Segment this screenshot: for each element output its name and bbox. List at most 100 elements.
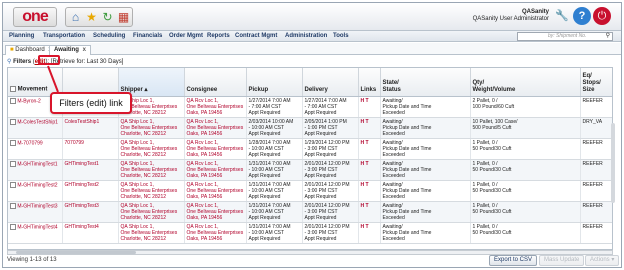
col-eq-stops-size[interactable]: Eq/ Stops/ Size — [580, 68, 612, 97]
row-checkbox[interactable] — [10, 223, 16, 230]
col-pickup[interactable]: Pickup — [246, 68, 303, 97]
cell-line: One Beliveau Enterprises — [186, 103, 244, 110]
actions-button[interactable]: Actions ▾ — [585, 255, 620, 266]
presentation-icon[interactable]: ▦ — [116, 10, 131, 25]
nav-scheduling[interactable]: Scheduling — [93, 33, 125, 39]
cell-line: 2/03/2014 10:00 AM — [248, 118, 294, 125]
col-delivery[interactable]: Delivery — [302, 68, 359, 97]
cell-line: Charlotte, NC 28212 — [120, 235, 167, 242]
tab-awaiting[interactable]: Awaiting x — [49, 45, 91, 55]
cell-line: 100 Pound/60 Cuft — [472, 103, 515, 110]
star-icon[interactable]: ★ — [84, 10, 99, 25]
col-qty-weight-volume[interactable]: Qty/ Weight/Volume — [470, 68, 581, 97]
table-row[interactable]: M-GHTimingTest4 GHTimingTest4 QA Ship Loc … — [8, 222, 612, 244]
table-cell[interactable]: M-ColesTestShip1 — [8, 117, 63, 139]
cell-line: 50 Pound/30 Cuft — [472, 166, 512, 173]
table-cell[interactable]: H T — [358, 159, 381, 181]
nav-contract-mgmt[interactable]: Contract Mgmt — [235, 33, 277, 39]
movement-link[interactable]: M-ColesTestShip1 — [17, 119, 58, 125]
table-row[interactable]: M-ColesTestShip1 ColesTestShip1 QA Ship Lo… — [8, 117, 612, 139]
cell-line: REEFER — [582, 223, 603, 230]
cell-line: Exceeded — [382, 151, 405, 158]
table-cell[interactable]: H T — [358, 201, 381, 223]
table-cell: Awaiting/Pickup Date and Time Exceeded — [380, 117, 471, 139]
nav-planning[interactable]: Planning — [9, 33, 34, 39]
horizontal-scrollbar-thumb[interactable] — [16, 251, 136, 254]
table-cell[interactable]: M-GHTimingTest4 — [8, 222, 63, 244]
tab-awaiting-label: Awaiting — [54, 47, 79, 53]
table-row[interactable]: M-GHTimingTest1 GHTimingTest1 QA Ship Loc … — [8, 159, 612, 181]
app-logo[interactable]: one — [13, 7, 57, 27]
nav-tools[interactable]: Tools — [333, 33, 349, 39]
col-state-status[interactable]: State/ Status — [380, 68, 471, 97]
row-checkbox[interactable] — [10, 160, 16, 167]
movement-link[interactable]: M-GHTimingTest2 — [17, 182, 57, 188]
table-cell: GHTimingTest1 — [62, 159, 119, 181]
table-cell: REEFER — [580, 222, 612, 244]
cell-line: REEFER — [582, 202, 603, 209]
vertical-scrollbar[interactable] — [611, 123, 615, 203]
shipment-search-input[interactable]: by: Shipment No. ⚲ — [517, 32, 613, 41]
power-icon[interactable]: ⏻ — [593, 7, 611, 25]
movement-link[interactable]: M-GHTimingTest3 — [17, 203, 57, 209]
export-csv-button[interactable]: Export to CSV — [489, 255, 538, 266]
row-checkbox[interactable] — [10, 202, 16, 209]
select-all-checkbox[interactable] — [10, 85, 16, 92]
cell-line: Exceeded — [382, 130, 405, 137]
row-checkbox[interactable] — [10, 97, 16, 104]
table-cell[interactable]: M-GHTimingTest1 — [8, 159, 63, 181]
movement-link[interactable]: M-7070799 — [17, 140, 42, 146]
row-links[interactable]: H T — [361, 203, 369, 209]
row-checkbox[interactable] — [10, 139, 16, 146]
table-cell[interactable]: H T — [358, 117, 381, 139]
cell-line: DRY_VA — [582, 118, 603, 125]
header-actions: 🔧 ? ⏻ — [553, 7, 613, 27]
table-row[interactable]: M-GHTimingTest2 GHTimingTest2 QA Ship Loc … — [8, 180, 612, 202]
table-cell[interactable]: H T — [358, 180, 381, 202]
table-cell: GHTimingTest4 — [62, 222, 119, 244]
search-icon[interactable]: ⚲ — [606, 33, 610, 40]
col-consignee[interactable]: Consignee — [184, 68, 247, 97]
table-cell: REEFER — [580, 159, 612, 181]
row-links[interactable]: H T — [361, 140, 369, 146]
cell-line: Appt Required — [248, 214, 281, 221]
refresh-icon[interactable]: ↻ — [100, 10, 115, 25]
table-cell: QA Rcv Loc 1, One Beliveau Enterprises Oak… — [184, 159, 247, 181]
table-cell: 1/31/2014 7:00 AM - 10:00 AM CST Appt Requ… — [246, 222, 303, 244]
nav-order-mgmt[interactable]: Order Mgmt — [169, 33, 203, 39]
movement-link[interactable]: M-Byron-2 — [17, 98, 40, 104]
row-links[interactable]: H T — [361, 98, 369, 104]
cell-line: Oaks, PA 19456 — [186, 172, 223, 179]
nav-reports[interactable]: Reports — [207, 33, 230, 39]
home-icon[interactable]: ⌂ — [68, 10, 83, 25]
table-cell[interactable]: H T — [358, 96, 381, 118]
mass-update-button[interactable]: Mass Update — [539, 255, 585, 266]
row-links[interactable]: H T — [361, 161, 369, 167]
wrench-icon[interactable]: 🔧 — [553, 7, 571, 25]
table-cell[interactable]: M-7070799 — [8, 138, 63, 160]
cell-line: One Beliveau Enterprises — [120, 124, 178, 131]
table-cell: QA Rcv Loc 1, One Beliveau Enterprises Oak… — [184, 201, 247, 223]
nav-transportation[interactable]: Transportation — [43, 33, 85, 39]
row-links[interactable]: H T — [361, 119, 369, 125]
table-cell[interactable]: M-GHTimingTest3 — [8, 201, 63, 223]
close-icon[interactable]: x — [83, 47, 86, 53]
user-org: QASanity — [521, 9, 549, 15]
table-cell[interactable]: H T — [358, 222, 381, 244]
table-cell: REEFER — [580, 201, 612, 223]
table-cell[interactable]: H T — [358, 138, 381, 160]
nav-financials[interactable]: Financials — [133, 33, 162, 39]
movement-link[interactable]: M-GHTimingTest1 — [17, 161, 57, 167]
col-links[interactable]: Links — [358, 68, 381, 97]
table-cell[interactable]: M-GHTimingTest2 — [8, 180, 63, 202]
row-checkbox[interactable] — [10, 181, 16, 188]
table-row[interactable]: M-7070799 7070799 QA Ship Loc 1, One Belive… — [8, 138, 612, 160]
row-checkbox[interactable] — [10, 118, 16, 125]
nav-administration[interactable]: Administration — [285, 33, 327, 39]
row-links[interactable]: H T — [361, 224, 369, 230]
movement-link[interactable]: M-GHTimingTest4 — [17, 224, 57, 230]
help-icon[interactable]: ? — [573, 7, 591, 25]
table-row[interactable]: M-GHTimingTest3 GHTimingTest3 QA Ship Loc … — [8, 201, 612, 223]
row-links[interactable]: H T — [361, 182, 369, 188]
table-cell: 1/31/2014 7:00 AM - 10:00 AM CST Appt Requ… — [246, 180, 303, 202]
